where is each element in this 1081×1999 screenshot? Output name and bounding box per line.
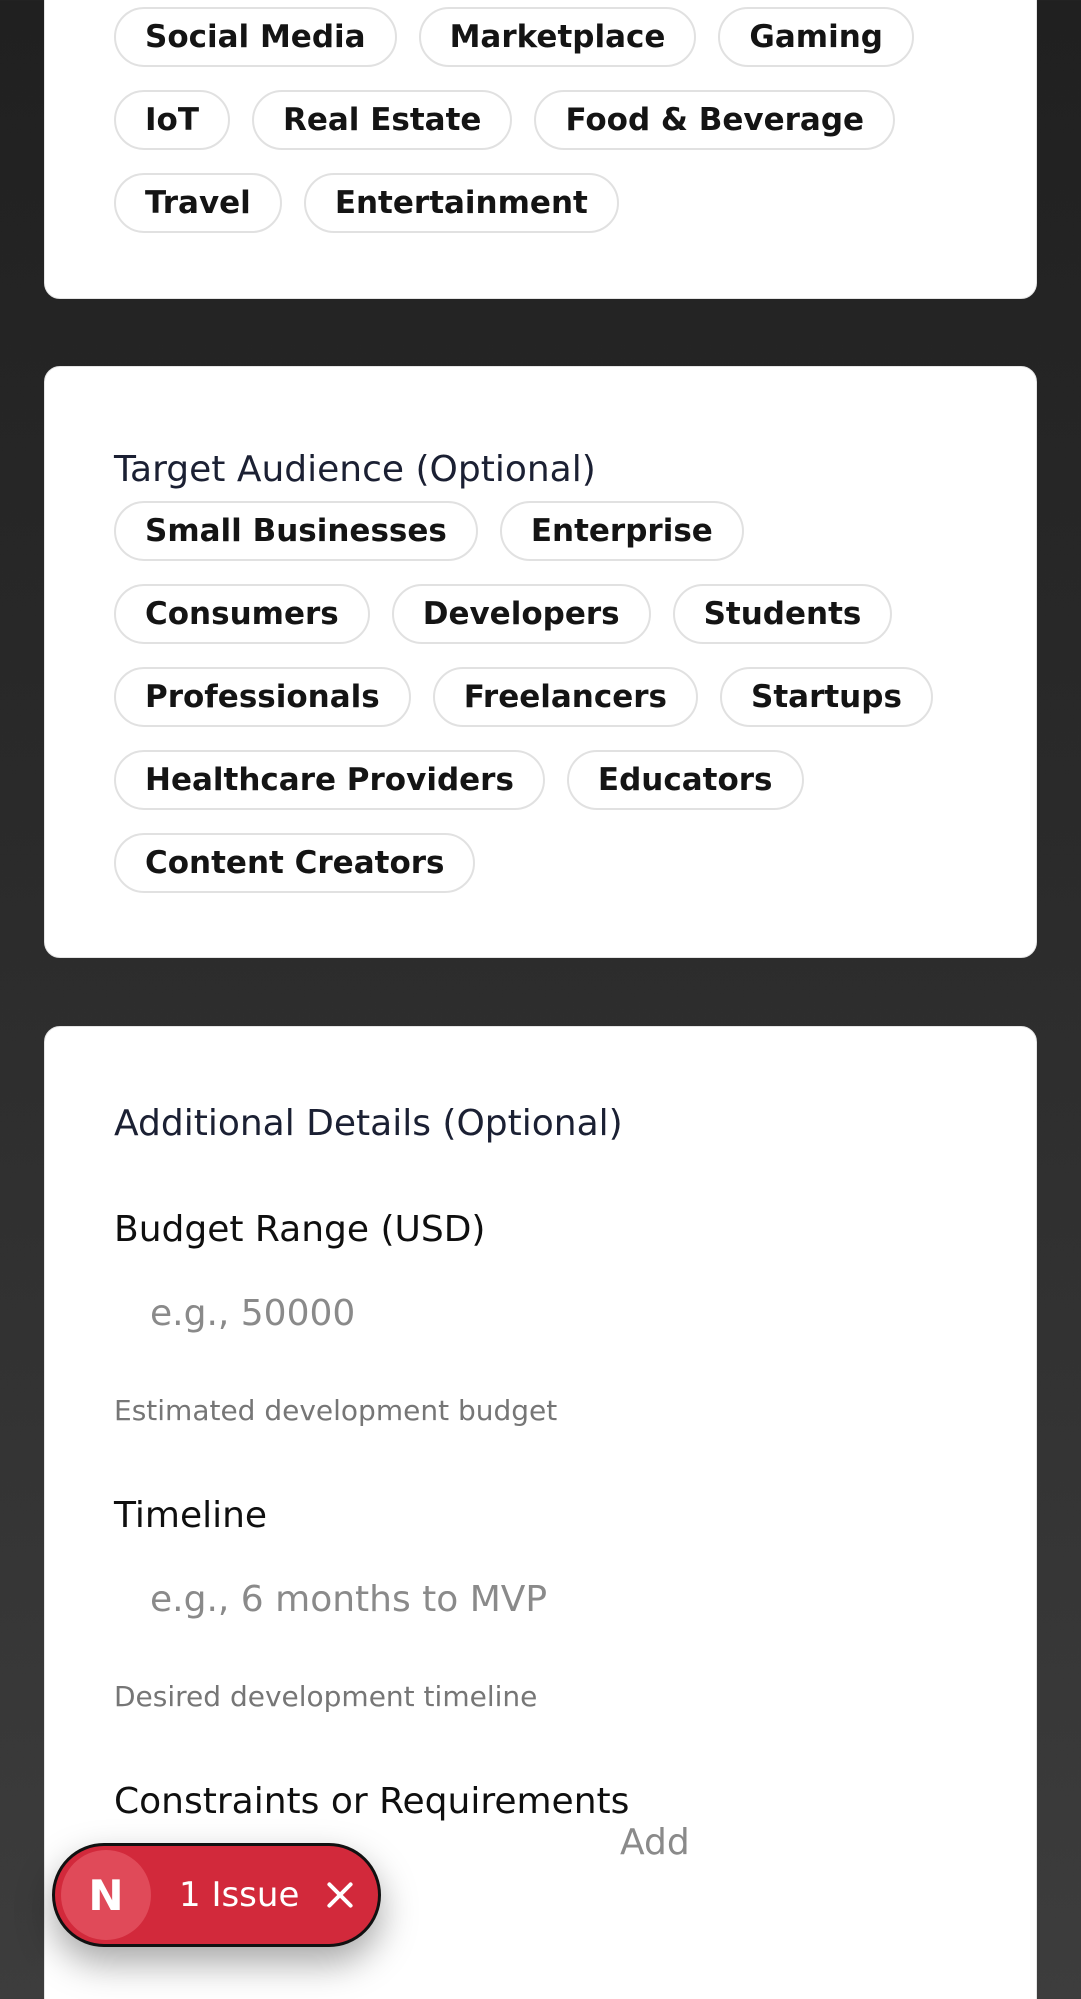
- audience-chip[interactable]: Enterprise: [499, 501, 744, 561]
- audience-chip[interactable]: Content Creators: [114, 833, 476, 893]
- audience-chip[interactable]: Freelancers: [432, 667, 699, 727]
- industry-card: Social Media Marketplace Gaming IoT Real Est…: [44, 0, 1037, 299]
- industry-chip[interactable]: Entertainment: [303, 173, 619, 233]
- timeline-label: Timeline: [114, 1495, 268, 1536]
- timeline-help-text: Desired development timeline: [114, 1680, 538, 1713]
- n-logo-icon: N: [61, 1850, 151, 1940]
- budget-help-text: Estimated development budget: [114, 1394, 558, 1427]
- audience-chip[interactable]: Consumers: [114, 584, 370, 644]
- industry-chip[interactable]: Real Estate: [251, 90, 513, 150]
- audience-chip[interactable]: Small Businesses: [114, 501, 478, 561]
- industry-chip[interactable]: Gaming: [718, 7, 914, 67]
- audience-chip-row: Professionals Freelancers Startups: [114, 667, 1014, 727]
- industry-chip[interactable]: Marketplace: [418, 7, 697, 67]
- budget-label: Budget Range (USD): [114, 1209, 486, 1250]
- audience-chip[interactable]: Students: [672, 584, 893, 644]
- industry-chip-row: Travel Entertainment: [114, 173, 1014, 233]
- additional-details-title: Additional Details (Optional): [114, 1103, 623, 1144]
- target-audience-card: Target Audience (Optional) Small Busines…: [44, 366, 1037, 958]
- industry-chip[interactable]: Food & Beverage: [534, 90, 896, 150]
- audience-chip[interactable]: Professionals: [114, 667, 411, 727]
- close-icon[interactable]: [323, 1878, 357, 1912]
- industry-chip-row: Social Media Marketplace Gaming: [114, 7, 1014, 67]
- audience-chip[interactable]: Startups: [720, 667, 933, 727]
- industry-chip[interactable]: Social Media: [114, 7, 397, 67]
- industry-chip-row: IoT Real Estate Food & Beverage: [114, 90, 1014, 150]
- audience-chip[interactable]: Educators: [566, 750, 804, 810]
- audience-chip-group: Small Businesses Enterprise Consumers Devel…: [114, 501, 1014, 916]
- target-audience-title: Target Audience (Optional): [114, 449, 596, 490]
- issue-badge[interactable]: N 1 Issue: [52, 1843, 381, 1947]
- industry-chip[interactable]: Travel: [114, 173, 282, 233]
- audience-chip-row: Small Businesses Enterprise: [114, 501, 1014, 561]
- audience-chip-row: Content Creators: [114, 833, 1014, 893]
- audience-chip[interactable]: Developers: [391, 584, 651, 644]
- audience-chip-row: Consumers Developers Students: [114, 584, 1014, 644]
- audience-chip-row: Healthcare Providers Educators: [114, 750, 1014, 810]
- constraints-label: Constraints or Requirements: [114, 1781, 630, 1822]
- industry-chip-group: Social Media Marketplace Gaming IoT Real Est…: [114, 7, 1014, 256]
- issue-count-label: 1 Issue: [179, 1875, 300, 1915]
- timeline-input[interactable]: [114, 1567, 674, 1631]
- budget-input[interactable]: [114, 1281, 674, 1345]
- add-constraint-button[interactable]: Add: [620, 1822, 690, 1863]
- audience-chip[interactable]: Healthcare Providers: [114, 750, 545, 810]
- industry-chip[interactable]: IoT: [114, 90, 230, 150]
